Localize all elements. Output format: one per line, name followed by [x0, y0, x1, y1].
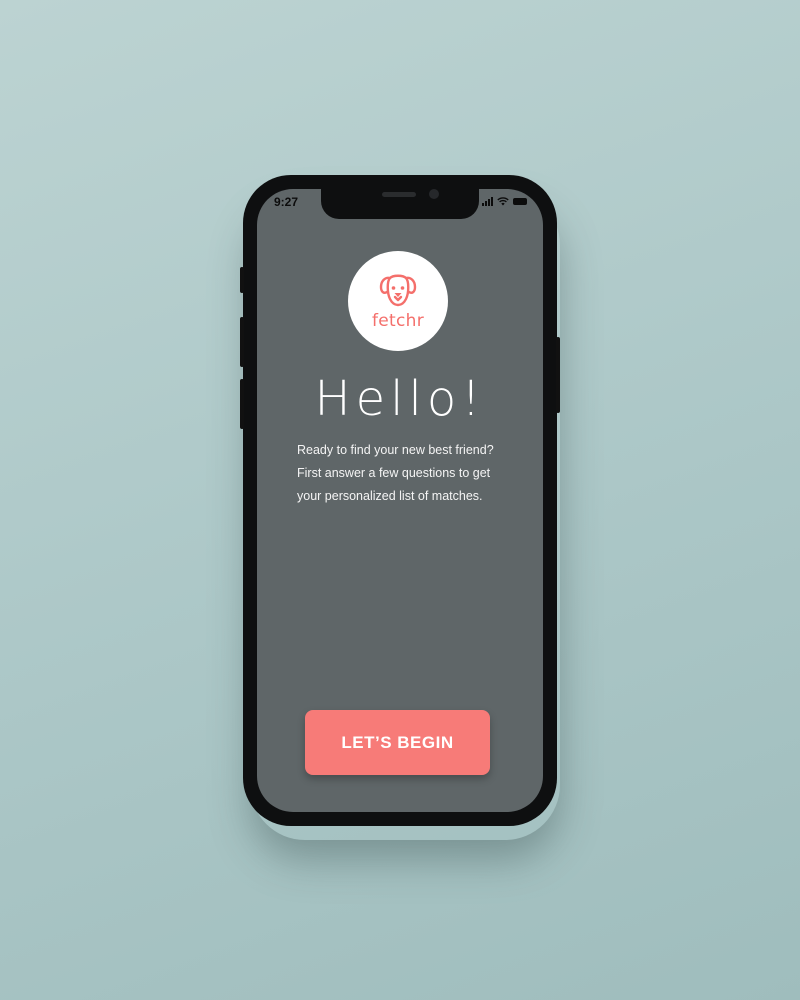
power-button	[556, 337, 560, 413]
signal-icon	[482, 197, 493, 206]
dog-icon	[379, 274, 417, 307]
battery-icon	[513, 198, 527, 205]
logo-wordmark: fetchr	[371, 311, 425, 331]
notch	[321, 189, 479, 219]
status-time: 9:27	[274, 195, 299, 209]
volume-up-button	[240, 317, 244, 367]
front-camera	[429, 189, 439, 199]
welcome-description: Ready to find your new best friend? Firs…	[297, 439, 527, 508]
description-line: First answer a few questions to get	[297, 466, 491, 480]
volume-down-button	[240, 379, 244, 429]
app-screen: 9:27 fetchr Hello! Ready to find your ne…	[257, 189, 543, 812]
status-icons	[482, 197, 527, 206]
welcome-title: Hello!	[314, 371, 486, 427]
speaker-grille	[382, 192, 416, 197]
mute-switch	[240, 267, 244, 293]
description-line: your personalized list of matches.	[297, 489, 483, 503]
description-line: Ready to find your new best friend?	[297, 443, 494, 457]
app-logo: fetchr	[348, 251, 448, 351]
phone-frame: 9:27 fetchr Hello! Ready to find your ne…	[240, 175, 560, 826]
wifi-icon	[497, 197, 509, 206]
lets-begin-button[interactable]: LET’S BEGIN	[305, 710, 490, 775]
